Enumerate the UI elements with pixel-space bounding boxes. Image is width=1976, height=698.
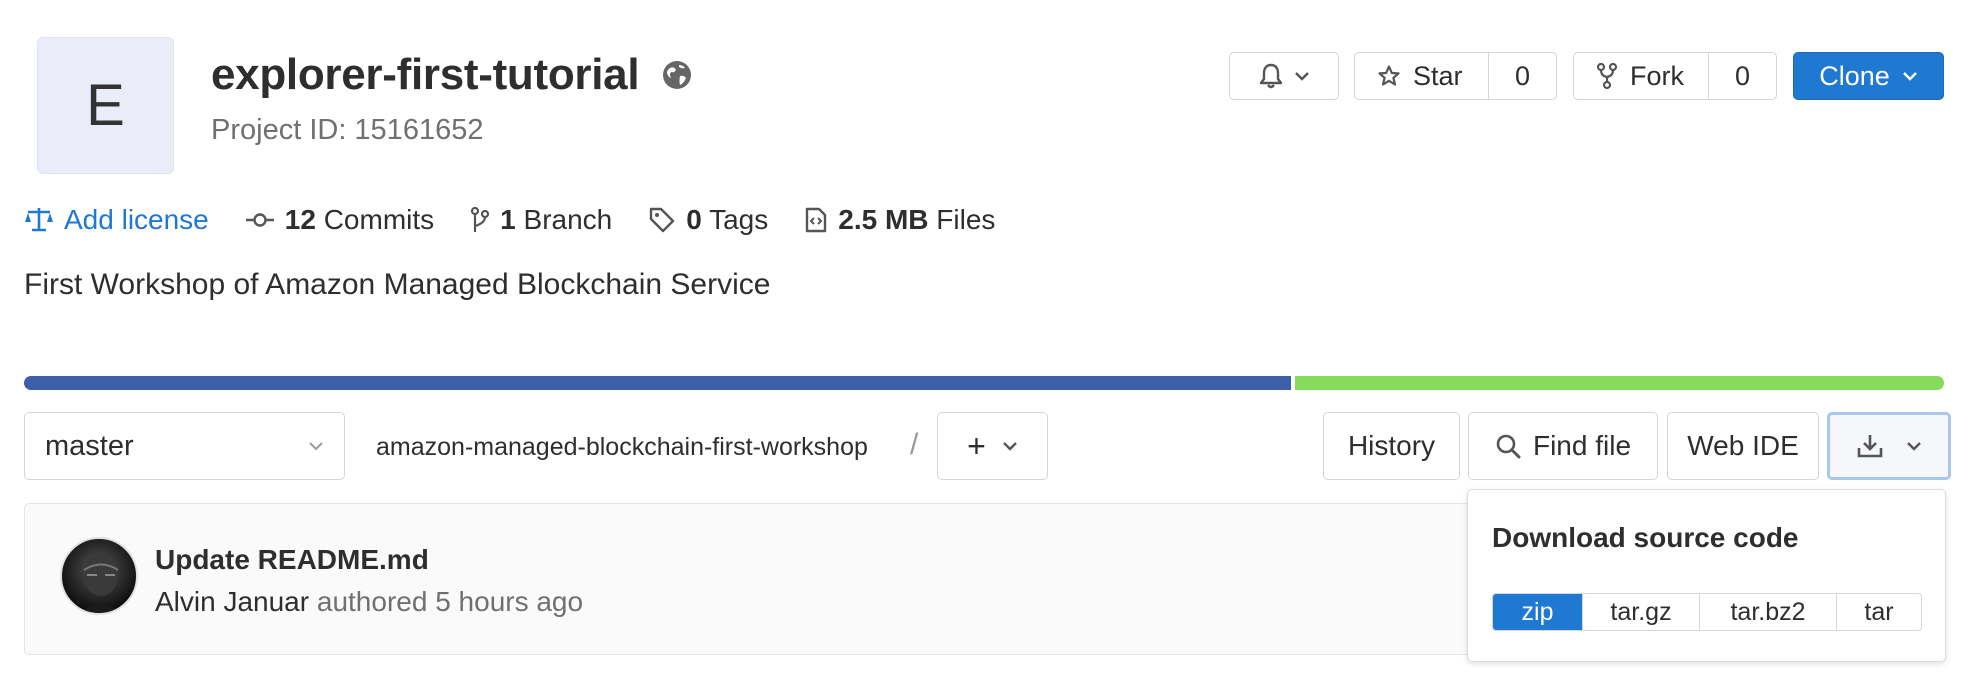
fork-count[interactable]: 0 [1709,53,1776,99]
plus-icon: + [967,427,986,464]
branches-link[interactable]: 1 Branch [470,204,612,236]
commits-count: 12 [284,204,316,235]
language-segment-primary[interactable] [24,376,1291,390]
clone-button[interactable]: Clone [1793,52,1944,100]
branch-name: master [45,429,134,462]
download-format-group: zip tar.gz tar.bz2 tar [1492,593,1922,631]
download-button[interactable] [1827,412,1951,480]
find-file-label: Find file [1532,430,1632,461]
fork-button[interactable]: Fork [1574,53,1709,99]
commit-author-link[interactable]: Alvin Januar [155,586,309,617]
clone-label: Clone [1819,60,1890,91]
commit-authored-time: authored 5 hours ago [316,586,584,617]
branch-icon [470,206,490,234]
files-link[interactable]: 2.5 MB Files [804,204,995,236]
project-title[interactable]: explorer-first-tutorial [211,50,640,100]
fork-button-group: Fork 0 [1573,52,1777,100]
path-separator: / [910,428,919,461]
download-zip-button[interactable]: zip [1493,594,1583,630]
bell-icon [1258,62,1284,90]
commit-title-link[interactable]: Update README.md [155,544,429,576]
project-title-row: explorer-first-tutorial [211,50,693,100]
branch-select[interactable]: master [24,412,345,480]
add-license-link[interactable]: Add license [24,204,209,236]
public-globe-icon [661,59,693,91]
file-code-icon [804,206,828,234]
download-tar-button[interactable]: tar [1837,594,1921,630]
star-count[interactable]: 0 [1489,53,1556,99]
commits-link[interactable]: 12 Commits [245,204,434,236]
chevron-down-icon [1002,441,1018,451]
download-tar-gz-button[interactable]: tar.gz [1583,594,1700,630]
chevron-down-icon [1294,71,1310,81]
fork-icon [1596,62,1618,90]
scale-icon [24,206,54,234]
commits-label: Commits [323,204,435,235]
language-segment-secondary[interactable] [1295,376,1944,390]
files-size: 2.5 MB [838,204,929,235]
tag-icon [648,206,676,234]
chevron-down-icon [308,441,324,451]
download-tar-bz2-button[interactable]: tar.bz2 [1700,594,1837,630]
repository-language-bar[interactable] [24,376,1944,390]
files-label: Files [936,204,996,235]
download-icon [1856,433,1884,459]
branch-label: Branch [523,204,613,235]
project-id: Project ID: 15161652 [211,114,484,146]
fork-label: Fork [1630,60,1684,91]
repository-path-link[interactable]: amazon-managed-blockchain-first-workshop [376,433,868,462]
star-icon [1377,64,1401,88]
project-description: First Workshop of Amazon Managed Blockch… [24,268,771,301]
search-icon [1495,433,1521,459]
web-ide-button[interactable]: Web IDE [1667,412,1819,480]
commit-icon [245,212,275,228]
download-dropdown-title: Download source code [1492,522,1799,553]
tags-label: Tags [709,204,769,235]
notification-dropdown-button[interactable] [1229,52,1339,100]
tags-count: 0 [686,204,702,235]
find-file-button[interactable]: Find file [1468,412,1658,480]
download-dropdown-menu: Download source code zip tar.gz tar.bz2 … [1467,489,1946,662]
star-label: Star [1413,60,1463,91]
commit-meta: Alvin Januar authored 5 hours ago [155,586,583,618]
tags-link[interactable]: 0 Tags [648,204,768,236]
author-avatar[interactable] [60,537,138,615]
branch-count: 1 [500,204,516,235]
star-button-group: Star 0 [1354,52,1557,100]
chevron-down-icon [1906,441,1922,451]
project-avatar: E [37,37,174,174]
star-button[interactable]: Star [1355,53,1489,99]
project-stats: Add license 12 Commits 1 Branch 0 Tags 2… [24,204,1031,236]
history-button[interactable]: History [1323,412,1460,480]
add-to-tree-button[interactable]: + [937,412,1048,480]
chevron-down-icon [1902,71,1918,81]
add-license-label: Add license [64,204,209,235]
